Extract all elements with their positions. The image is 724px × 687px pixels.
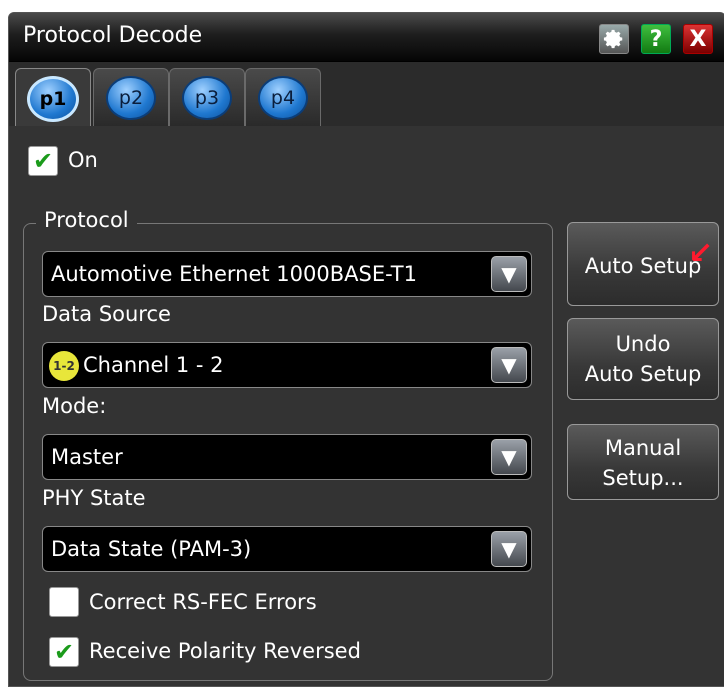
on-checkbox[interactable]: ✔ <box>28 146 58 176</box>
mode-select-value: Master <box>51 445 123 469</box>
title-bar: Protocol Decode ? X <box>9 13 724 62</box>
chevron-down-icon[interactable]: ▼ <box>491 347 527 383</box>
manual-setup-button[interactable]: Manual Setup... <box>567 424 719 500</box>
settings-button[interactable] <box>599 24 629 54</box>
data-source-label: Data Source <box>42 302 171 326</box>
checkmark-icon: ✔ <box>53 638 75 666</box>
protocol-group-legend: Protocol <box>36 208 137 232</box>
tab-p2[interactable]: p2 <box>93 68 169 126</box>
phy-state-select-value: Data State (PAM-3) <box>51 537 252 561</box>
rsfec-checkbox[interactable] <box>49 587 79 617</box>
manual-setup-label-1: Manual <box>604 436 682 460</box>
rsfec-label: Correct RS-FEC Errors <box>89 590 317 614</box>
undo-auto-setup-button[interactable]: Undo Auto Setup <box>567 318 719 400</box>
data-source-select-value: Channel 1 - 2 <box>83 353 224 377</box>
data-source-select[interactable]: 1-2 Channel 1 - 2 ▼ <box>42 342 532 388</box>
checkmark-icon: ✔ <box>32 147 54 175</box>
auto-setup-label: Auto Setup <box>584 254 702 278</box>
phy-state-select[interactable]: Data State (PAM-3) ▼ <box>42 526 532 572</box>
mode-select[interactable]: Master ▼ <box>42 434 532 480</box>
polarity-label: Receive Polarity Reversed <box>89 639 361 663</box>
tab-p4-label: p4 <box>258 75 308 120</box>
tab-p3[interactable]: p3 <box>169 68 245 126</box>
tab-p4[interactable]: p4 <box>245 68 321 126</box>
tab-p2-label: p2 <box>106 75 156 120</box>
protocol-select[interactable]: Automotive Ethernet 1000BASE-T1 ▼ <box>42 251 532 297</box>
close-button[interactable]: X <box>683 24 713 54</box>
protocol-decode-window: Protocol Decode ? X p1 p2 p3 p4 ✔ On Pro… <box>8 12 724 687</box>
tab-p1[interactable]: p1 <box>15 68 91 128</box>
chevron-down-icon[interactable]: ▼ <box>491 256 527 292</box>
on-label: On <box>68 148 98 172</box>
manual-setup-label-2: Setup... <box>602 466 684 490</box>
panel-body: ✔ On Protocol Automotive Ethernet 1000BA… <box>9 126 724 686</box>
channel-badge-icon: 1-2 <box>49 351 79 381</box>
gear-icon <box>603 29 623 49</box>
window-title: Protocol Decode <box>23 23 203 48</box>
phy-state-label: PHY State <box>42 486 146 510</box>
undo-auto-setup-label-1: Undo <box>615 332 671 356</box>
mode-label: Mode: <box>42 394 107 418</box>
undo-auto-setup-label-2: Auto Setup <box>584 362 702 386</box>
protocol-select-value: Automotive Ethernet 1000BASE-T1 <box>51 262 417 286</box>
chevron-down-icon[interactable]: ▼ <box>491 531 527 567</box>
tab-p1-label: p1 <box>27 75 79 122</box>
red-arrow-icon: ↙ <box>688 236 714 271</box>
tab-strip: p1 p2 p3 p4 <box>9 62 724 128</box>
chevron-down-icon[interactable]: ▼ <box>491 439 527 475</box>
polarity-checkbox[interactable]: ✔ <box>49 637 79 667</box>
tab-p3-label: p3 <box>182 75 232 120</box>
help-button[interactable]: ? <box>641 24 671 54</box>
